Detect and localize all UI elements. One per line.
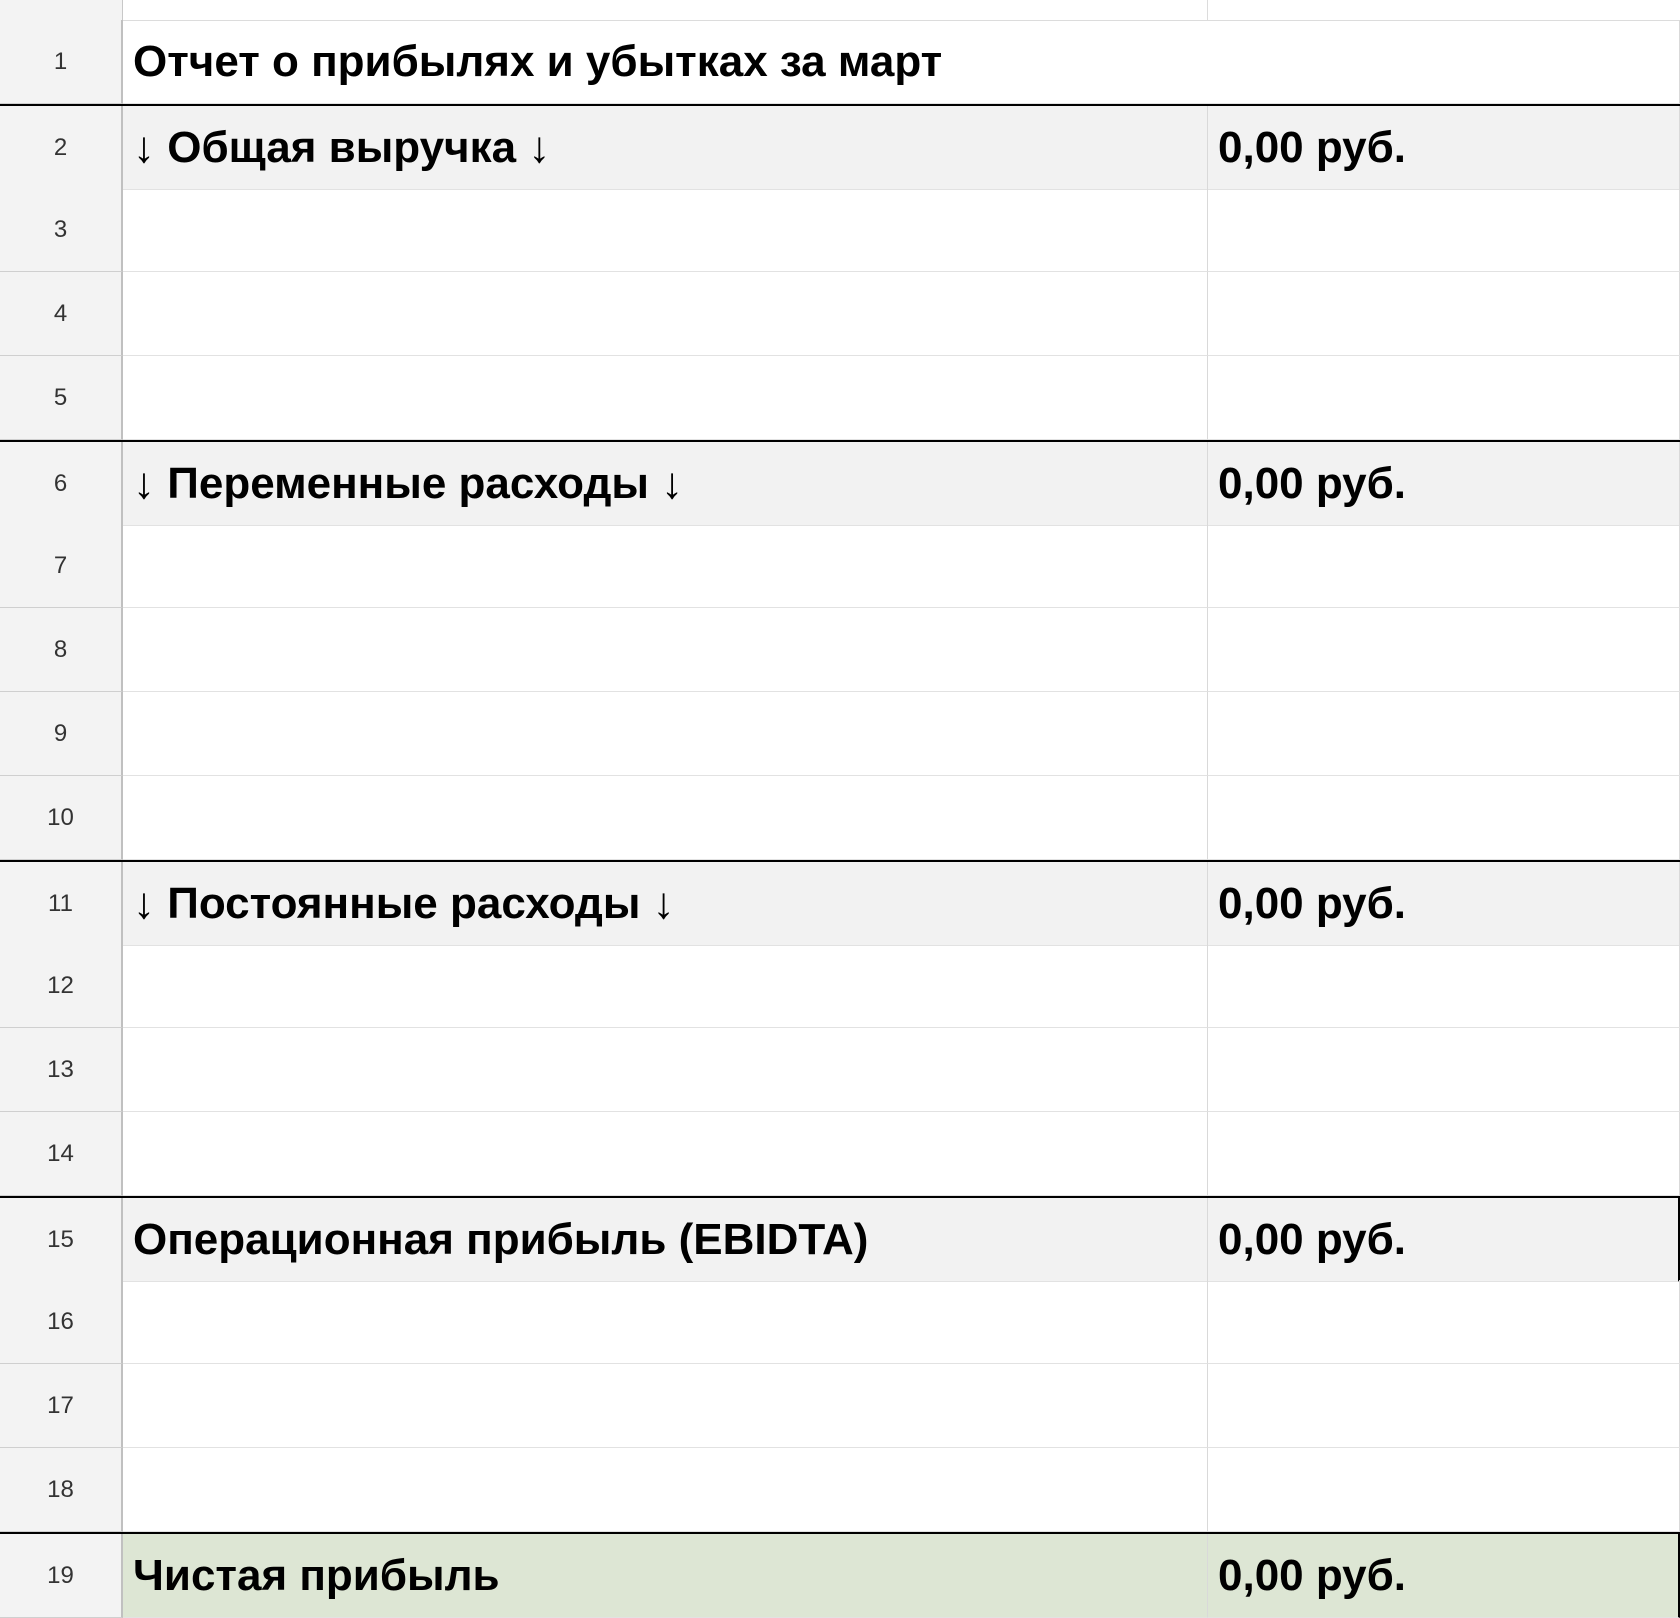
- row-header-2[interactable]: 2: [0, 106, 123, 190]
- sheet-row-17: 17: [0, 1364, 1680, 1448]
- cell-a7[interactable]: [123, 524, 1208, 608]
- sheet-row-1: 1 Отчет о прибылях и убытках за март: [0, 20, 1680, 104]
- sheet-row-11: 11 ↓ Постоянные расходы ↓ 0,00 руб.: [0, 860, 1680, 946]
- sheet-row-13: 13: [0, 1028, 1680, 1112]
- sheet-row-9: 9: [0, 692, 1680, 776]
- row-header-5[interactable]: 5: [0, 356, 123, 440]
- cell-b15[interactable]: 0,00 руб.: [1208, 1198, 1680, 1282]
- row-header-13[interactable]: 13: [0, 1028, 123, 1112]
- cell-a2[interactable]: ↓ Общая выручка ↓: [123, 106, 1208, 190]
- cell-a12[interactable]: [123, 944, 1208, 1028]
- sheet-row-14: 14: [0, 1112, 1680, 1196]
- row-header-9[interactable]: 9: [0, 692, 123, 776]
- cell-b12[interactable]: [1208, 944, 1680, 1028]
- spreadsheet-grid: 1 Отчет о прибылях и убытках за март 2 ↓ Об…: [0, 0, 1680, 1618]
- cell-b13[interactable]: [1208, 1028, 1680, 1112]
- row-header-18[interactable]: 18: [0, 1448, 123, 1532]
- cell-b3[interactable]: [1208, 188, 1680, 272]
- cell-b18[interactable]: [1208, 1448, 1680, 1532]
- cell-a9[interactable]: [123, 692, 1208, 776]
- cell-b8[interactable]: [1208, 608, 1680, 692]
- row-header-17[interactable]: 17: [0, 1364, 123, 1448]
- cell-b19[interactable]: 0,00 руб.: [1208, 1534, 1680, 1618]
- row-header-7[interactable]: 7: [0, 524, 123, 608]
- cell-a6[interactable]: ↓ Переменные расходы ↓: [123, 442, 1208, 526]
- cell-b6[interactable]: 0,00 руб.: [1208, 442, 1680, 526]
- sheet-row-15: 15 Операционная прибыль (EBIDTA) 0,00 руб.: [0, 1196, 1680, 1282]
- sheet-row-10: 10: [0, 776, 1680, 860]
- cell-b16[interactable]: [1208, 1280, 1680, 1364]
- row-header-1[interactable]: 1: [0, 20, 123, 104]
- sheet-row-3: 3: [0, 188, 1680, 272]
- row-header-10[interactable]: 10: [0, 776, 123, 860]
- cell-a13[interactable]: [123, 1028, 1208, 1112]
- row-header-11[interactable]: 11: [0, 862, 123, 946]
- row-header-15[interactable]: 15: [0, 1198, 123, 1282]
- row-header-4[interactable]: 4: [0, 272, 123, 356]
- sheet-row-19: 19 Чистая прибыль 0,00 руб.: [0, 1532, 1680, 1618]
- sheet-row-6: 6 ↓ Переменные расходы ↓ 0,00 руб.: [0, 440, 1680, 526]
- cell-b5[interactable]: [1208, 356, 1680, 440]
- sheet-row-8: 8: [0, 608, 1680, 692]
- column-divider[interactable]: [1207, 0, 1208, 20]
- cell-a10[interactable]: [123, 776, 1208, 860]
- cell-b7[interactable]: [1208, 524, 1680, 608]
- cell-b14[interactable]: [1208, 1112, 1680, 1196]
- cell-a3[interactable]: [123, 188, 1208, 272]
- sheet-row-12: 12: [0, 944, 1680, 1028]
- row-header-12[interactable]: 12: [0, 944, 123, 1028]
- sheet-row-4: 4: [0, 272, 1680, 356]
- sheet-row-16: 16: [0, 1280, 1680, 1364]
- cell-a5[interactable]: [123, 356, 1208, 440]
- cell-b4[interactable]: [1208, 272, 1680, 356]
- cell-b1[interactable]: [1208, 20, 1680, 104]
- cell-a1[interactable]: Отчет о прибылях и убытках за март: [123, 20, 1208, 104]
- cell-a17[interactable]: [123, 1364, 1208, 1448]
- cell-a15[interactable]: Операционная прибыль (EBIDTA): [123, 1198, 1208, 1282]
- sheet-row-18: 18: [0, 1448, 1680, 1532]
- cell-a16[interactable]: [123, 1280, 1208, 1364]
- cell-a19[interactable]: Чистая прибыль: [123, 1534, 1208, 1618]
- sheet-row-7: 7: [0, 524, 1680, 608]
- sheet-row-5: 5: [0, 356, 1680, 440]
- cell-b2[interactable]: 0,00 руб.: [1208, 106, 1680, 190]
- column-header-strip: [0, 0, 1680, 21]
- row-header-16[interactable]: 16: [0, 1280, 123, 1364]
- row-header-19[interactable]: 19: [0, 1534, 123, 1618]
- row-header-8[interactable]: 8: [0, 608, 123, 692]
- cell-a18[interactable]: [123, 1448, 1208, 1532]
- cell-a14[interactable]: [123, 1112, 1208, 1196]
- sheet-row-2: 2 ↓ Общая выручка ↓ 0,00 руб.: [0, 104, 1680, 190]
- row-header-14[interactable]: 14: [0, 1112, 123, 1196]
- cell-b10[interactable]: [1208, 776, 1680, 860]
- cell-b17[interactable]: [1208, 1364, 1680, 1448]
- cell-b11[interactable]: 0,00 руб.: [1208, 862, 1680, 946]
- row-header-6[interactable]: 6: [0, 442, 123, 526]
- cell-a11[interactable]: ↓ Постоянные расходы ↓: [123, 862, 1208, 946]
- row-header-3[interactable]: 3: [0, 188, 123, 272]
- cell-a4[interactable]: [123, 272, 1208, 356]
- select-all-corner[interactable]: [0, 0, 123, 20]
- cell-a8[interactable]: [123, 608, 1208, 692]
- cell-b9[interactable]: [1208, 692, 1680, 776]
